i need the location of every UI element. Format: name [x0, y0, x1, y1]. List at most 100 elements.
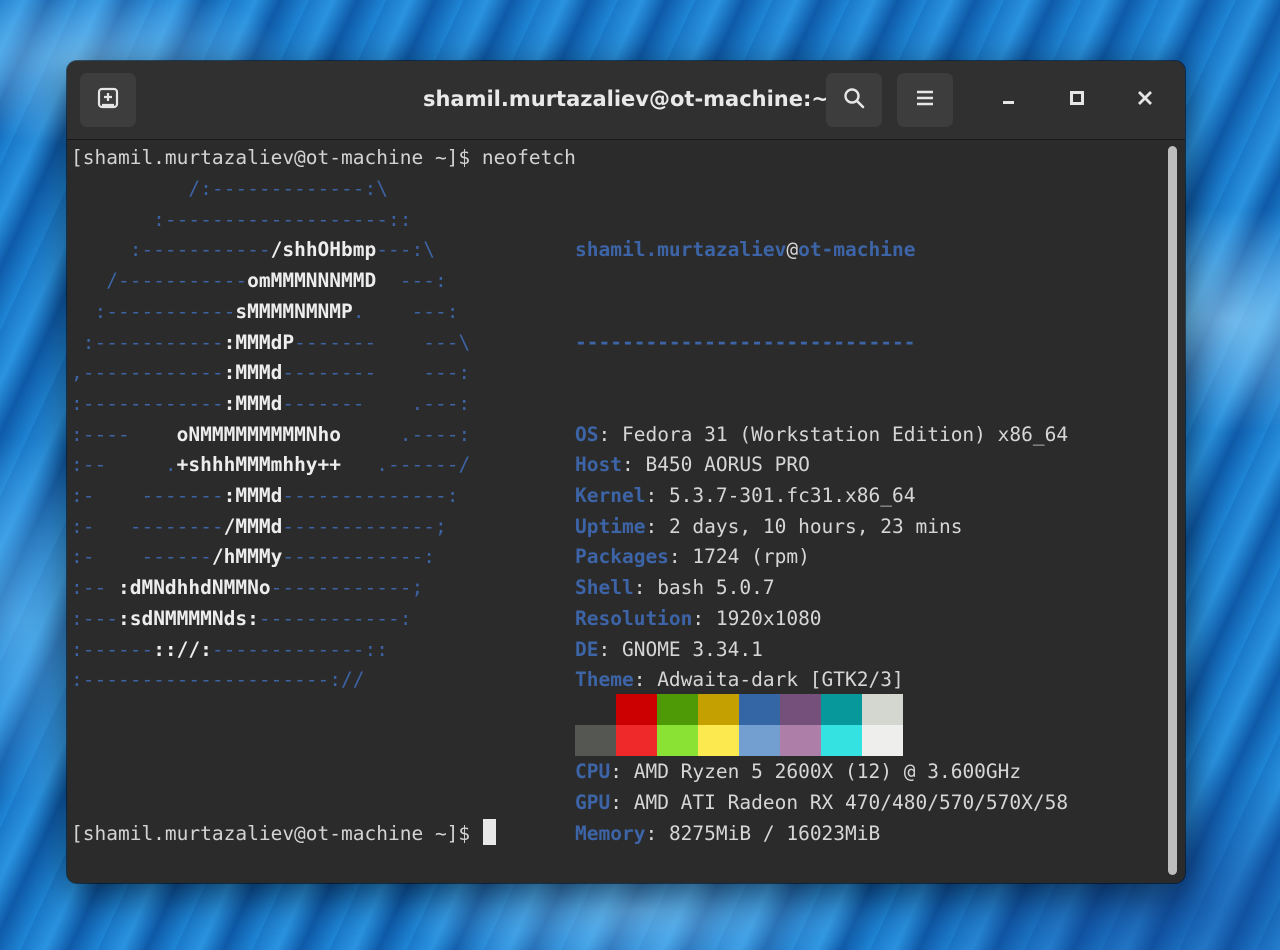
- logo-segment: :- --------: [71, 514, 224, 538]
- prompt-text: [shamil.murtazaliev@ot-machine ~]$: [71, 822, 482, 845]
- system-info: shamil.murtazaliev@ot-machine ----------…: [575, 174, 1068, 883]
- logo-segment: :------: [71, 637, 154, 661]
- info-colon: :: [633, 668, 658, 692]
- hamburger-menu-icon: [914, 87, 936, 113]
- info-key: OS: [575, 422, 599, 446]
- fedora-ascii-logo: /:-------------:\ :-------------------::…: [71, 174, 470, 696]
- logo-segment: -------------::: [211, 637, 388, 661]
- logo-segment: .------/: [341, 453, 471, 477]
- logo-segment: -------- ---:: [282, 361, 471, 385]
- logo-segment: :MMMd: [223, 391, 283, 415]
- logo-segment: :--: [71, 576, 118, 600]
- logo-segment: ---:: [376, 269, 447, 293]
- menu-button[interactable]: [897, 73, 953, 127]
- info-key: Packages: [575, 545, 669, 569]
- info-colon: :: [610, 760, 634, 784]
- info-value: Fedora 31 (Workstation Edition) x86_64: [621, 422, 1069, 446]
- logo-segment: :-----------: [71, 299, 236, 323]
- color-swatch-normal-7: [862, 694, 903, 725]
- logo-segment: omMMMNNNMMD: [247, 269, 377, 293]
- logo-segment: :-- .: [71, 453, 177, 477]
- info-colon: :: [633, 576, 658, 600]
- logo-segment: .----:: [341, 422, 471, 446]
- info-colon: :: [645, 514, 669, 538]
- info-row-cpu: CPU: AMD Ryzen 5 2600X (12) @ 3.600GHz: [575, 757, 1068, 788]
- info-colon: :: [610, 791, 634, 815]
- logo-line: :- --------/MMMd-------------;: [71, 512, 470, 543]
- logo-line: :------------:MMMd------- .---:: [71, 389, 470, 420]
- info-row-os: OS: Fedora 31 (Workstation Edition) x86_…: [575, 420, 1068, 451]
- logo-segment: :MMMd: [223, 484, 283, 508]
- logo-segment: :------------: [71, 391, 224, 415]
- info-row-de: DE: GNOME 3.34.1: [575, 635, 1068, 666]
- info-row-shell: Shell: bash 5.0.7: [575, 573, 1068, 604]
- logo-line: :- -------:MMMd--------------:: [71, 481, 470, 512]
- info-row-host: Host: B450 AORUS PRO: [575, 450, 1068, 481]
- info-row-theme: Theme: Adwaita-dark [GTK2/3]: [575, 665, 1068, 696]
- logo-segment: /hMMMy: [211, 545, 283, 569]
- info-key: Shell: [575, 576, 634, 600]
- logo-line: :-----------/shhOHbmp---:\: [71, 235, 470, 266]
- info-value: B450 AORUS PRO: [645, 453, 810, 477]
- logo-segment: /:-------------:\: [71, 177, 388, 200]
- color-swatch-bright-7: [862, 725, 903, 756]
- terminal-content[interactable]: [shamil.murtazaliev@ot-machine ~]$ neofe…: [67, 140, 1185, 883]
- info-row-packages: Packages: 1724 (rpm): [575, 542, 1068, 573]
- logo-segment: sMMMMNMNMP: [235, 299, 353, 323]
- info-colon: :: [621, 453, 646, 477]
- color-swatch-normal-5: [780, 694, 821, 725]
- color-swatch-bright-4: [739, 725, 780, 756]
- at-sign: @: [786, 238, 799, 262]
- info-row-uptime: Uptime: 2 days, 10 hours, 23 mins: [575, 512, 1068, 543]
- input-prompt-line[interactable]: [shamil.murtazaliev@ot-machine ~]$: [71, 819, 496, 850]
- logo-segment: :MMMdP: [223, 330, 295, 354]
- color-swatch-bright-6: [821, 725, 862, 756]
- logo-segment: :---------------------://: [71, 668, 365, 692]
- logo-segment: :sdNMMMMNds:: [117, 606, 259, 630]
- logo-segment: ------------;: [270, 576, 424, 600]
- info-colon: :: [645, 821, 669, 845]
- color-swatch-bright-1: [616, 725, 657, 756]
- maximize-button[interactable]: [1055, 73, 1099, 127]
- logo-segment: :MMMd: [223, 361, 283, 385]
- minimize-button[interactable]: [987, 73, 1031, 127]
- close-button[interactable]: [1123, 73, 1167, 127]
- info-value: 8275MiB / 16023MiB: [668, 821, 881, 845]
- logo-segment: :- -------: [71, 484, 224, 508]
- logo-line: /:-------------:\: [71, 174, 470, 205]
- username: shamil.murtazaliev: [575, 238, 787, 262]
- logo-segment: ---:\: [376, 238, 435, 262]
- info-value: bash 5.0.7: [657, 576, 775, 600]
- logo-segment: /MMMd: [223, 514, 283, 538]
- logo-line: :-------------------::: [71, 205, 470, 236]
- color-swatch-bright-2: [657, 725, 698, 756]
- search-button[interactable]: [826, 73, 882, 127]
- logo-line: :---:sdNMMMMNds:------------:: [71, 604, 470, 635]
- info-colon: :: [598, 637, 622, 661]
- info-value: AMD Ryzen 5 2600X (12) @ 3.600GHz: [633, 760, 1022, 784]
- logo-segment: +shhhMMMmhhy++: [176, 453, 342, 477]
- info-key: Theme: [575, 668, 634, 692]
- new-tab-button[interactable]: [80, 73, 136, 127]
- info-key: Host: [575, 453, 622, 477]
- info-colon: :: [668, 545, 693, 569]
- scrollbar[interactable]: [1168, 146, 1177, 875]
- logo-segment: ------- .---:: [282, 391, 471, 415]
- logo-line: :- ------/hMMMy------------:: [71, 542, 470, 573]
- info-value: 2 days, 10 hours, 23 mins: [668, 514, 963, 538]
- logo-line: :-----------:MMMdP------- ---\: [71, 328, 470, 359]
- logo-segment: :-----------: [71, 238, 271, 262]
- logo-segment: :dMNdhhdNMMNo: [117, 576, 271, 600]
- logo-segment: -------------;: [282, 514, 447, 538]
- info-key: Resolution: [575, 606, 693, 630]
- logo-segment: oNMMMMMMMMMNho: [176, 422, 342, 446]
- info-value: 1724 (rpm): [692, 545, 810, 569]
- text-cursor: [482, 819, 496, 845]
- info-key: CPU: [575, 760, 611, 784]
- info-key: Memory: [575, 821, 646, 845]
- logo-segment: /shhOHbmp: [270, 238, 377, 262]
- maximize-icon: [1069, 90, 1085, 110]
- title-bar[interactable]: shamil.murtazaliev@ot-machine:~: [67, 61, 1185, 140]
- logo-line: :---- oNMMMMMMMMMNho .----:: [71, 420, 470, 451]
- logo-segment: --------------:: [282, 484, 459, 508]
